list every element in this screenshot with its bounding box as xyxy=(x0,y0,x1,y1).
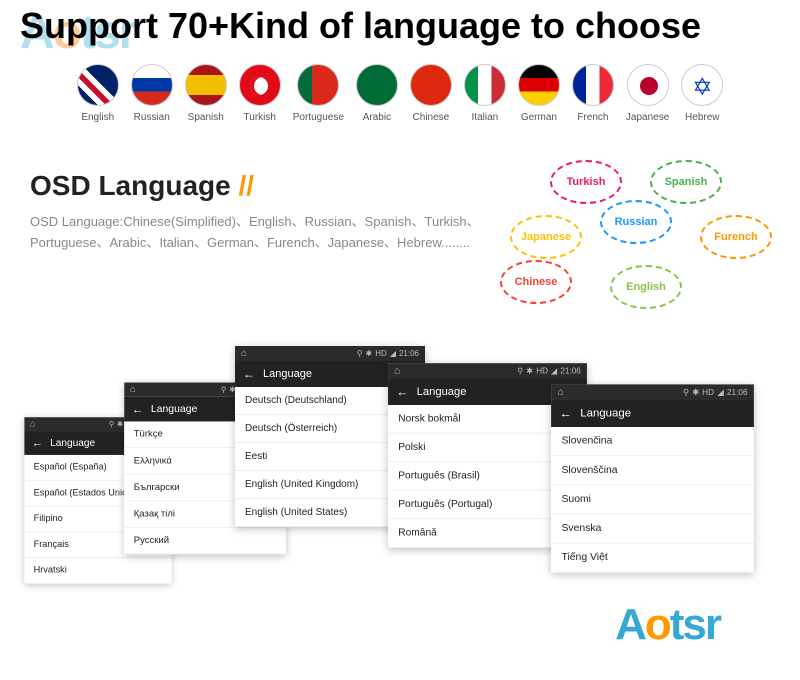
back-icon[interactable] xyxy=(32,437,43,450)
status-icons: ⚲✱HD◢21:06 xyxy=(357,349,419,358)
flag-label: French xyxy=(577,112,608,123)
flag-row: English Russian Spanish Turkish Portuguese Ar… xyxy=(0,64,800,123)
language-option[interactable]: Hrvatski xyxy=(24,558,171,584)
language-option[interactable]: Русский xyxy=(124,528,286,555)
statusbar: ⚲✱HD◢21:06 xyxy=(388,363,587,378)
back-icon[interactable] xyxy=(396,385,408,399)
flag-icon xyxy=(131,64,173,106)
flag-item: Portuguese xyxy=(293,64,344,123)
osd-description: OSD Language:Chinese(Simplified)、English… xyxy=(30,212,490,254)
flag-icon xyxy=(681,64,723,106)
back-icon[interactable] xyxy=(243,367,255,381)
osd-title: OSD Language // xyxy=(30,170,254,202)
bubble: English xyxy=(610,265,682,309)
screen-title-text: Language xyxy=(50,437,95,448)
hd-badge: HD xyxy=(375,349,387,358)
flag-label: Turkish xyxy=(244,112,276,123)
home-icon[interactable] xyxy=(241,348,247,359)
flag-label: Japanese xyxy=(626,112,669,123)
screen-title-text: Language xyxy=(263,368,312,380)
bubble: Furench xyxy=(700,215,772,259)
bubble: Russian xyxy=(600,200,672,244)
home-icon[interactable] xyxy=(130,384,136,394)
flag-item: Arabic xyxy=(356,64,398,123)
hd-badge: HD xyxy=(702,388,714,397)
language-option[interactable]: Slovenščina xyxy=(551,456,754,485)
flag-item: Turkish xyxy=(239,64,281,123)
headline: Support 70+Kind of language to choose xyxy=(20,5,701,47)
statusbar: ⚲✱HD◢21:06 xyxy=(235,346,425,361)
bubble: Spanish xyxy=(650,160,722,204)
screen-title-text: Language xyxy=(580,407,631,419)
bubble: Chinese xyxy=(500,260,572,304)
hd-badge: HD xyxy=(536,366,548,375)
flag-label: Russian xyxy=(134,112,170,123)
home-icon[interactable] xyxy=(30,419,36,429)
home-icon[interactable] xyxy=(557,386,563,397)
language-option[interactable]: Tiếng Việt xyxy=(551,544,754,573)
flag-label: Spanish xyxy=(188,112,224,123)
flag-icon xyxy=(356,64,398,106)
flag-icon xyxy=(572,64,614,106)
bubble: Japanese xyxy=(510,215,582,259)
flag-item: Spanish xyxy=(185,64,227,123)
flag-item: Russian xyxy=(131,64,173,123)
flag-item: Italian xyxy=(464,64,506,123)
flag-item: Japanese xyxy=(626,64,669,123)
flag-label: Portuguese xyxy=(293,112,344,123)
screen-titlebar: Language xyxy=(551,400,754,427)
flag-item: Hebrew xyxy=(681,64,723,123)
flag-icon xyxy=(410,64,452,106)
flag-icon xyxy=(185,64,227,106)
back-icon[interactable] xyxy=(559,406,571,421)
status-icons: ⚲✱HD◢21:06 xyxy=(683,388,748,397)
flag-label: German xyxy=(521,112,557,123)
home-icon[interactable] xyxy=(394,365,400,376)
screen-title-text: Language xyxy=(151,403,198,414)
watermark-logo-bottom: Aotsr xyxy=(615,600,720,650)
flag-label: Hebrew xyxy=(685,112,719,123)
screen-title-text: Language xyxy=(417,386,467,398)
flag-label: English xyxy=(81,112,114,123)
flag-icon xyxy=(518,64,560,106)
language-option[interactable]: Slovenčina xyxy=(551,427,754,456)
flag-item: Chinese xyxy=(410,64,452,123)
statusbar: ⚲✱HD◢21:06 xyxy=(551,384,754,400)
language-screen: ⚲✱HD◢21:06LanguageSlovenčinaSlovenščinaS… xyxy=(551,384,754,572)
flag-icon xyxy=(77,64,119,106)
clock: 21:06 xyxy=(399,349,419,358)
clock: 21:06 xyxy=(560,366,580,375)
back-icon[interactable] xyxy=(132,402,143,415)
flag-label: Chinese xyxy=(413,112,450,123)
bubble: Turkish xyxy=(550,160,622,204)
status-icons: ⚲✱HD◢21:06 xyxy=(517,366,581,375)
flag-item: German xyxy=(518,64,560,123)
flag-icon xyxy=(627,64,669,106)
flag-icon xyxy=(297,64,339,106)
language-option[interactable]: Suomi xyxy=(551,485,754,514)
flag-icon xyxy=(464,64,506,106)
flag-icon xyxy=(239,64,281,106)
bubble-cluster: Turkish Spanish Russian Furench Japanese… xyxy=(500,160,780,330)
flag-label: Italian xyxy=(472,112,499,123)
flag-label: Arabic xyxy=(363,112,391,123)
clock: 21:06 xyxy=(727,388,748,397)
flag-item: French xyxy=(572,64,614,123)
language-option[interactable]: Svenska xyxy=(551,514,754,543)
flag-item: English xyxy=(77,64,119,123)
